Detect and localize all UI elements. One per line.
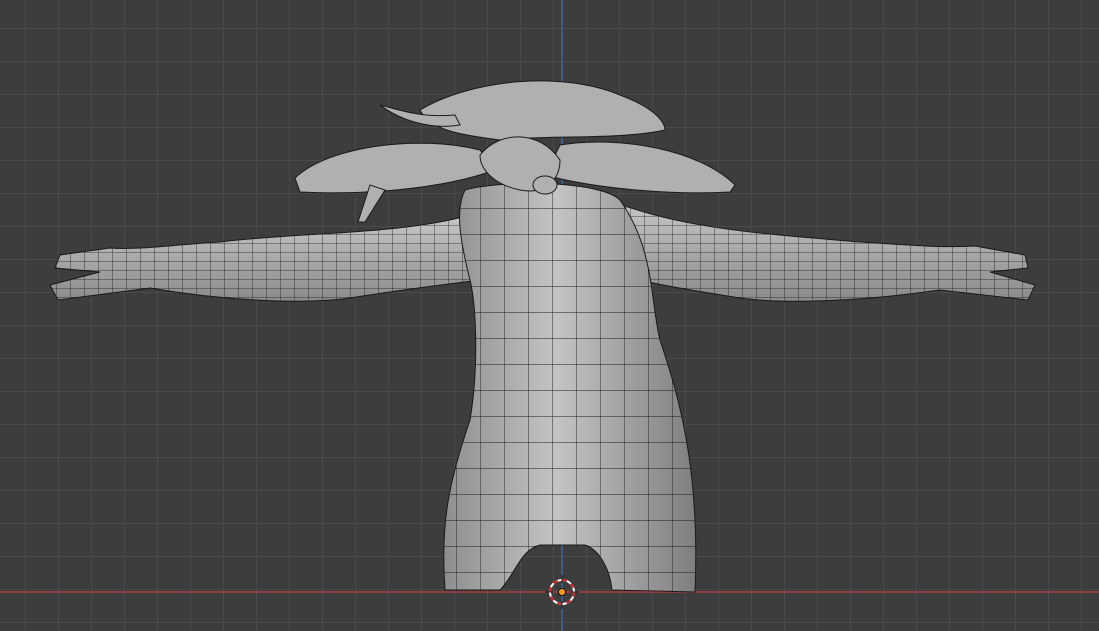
viewport-canvas[interactable] <box>0 0 1099 631</box>
right-arm <box>609 199 1036 302</box>
3d-viewport[interactable] <box>0 0 1099 631</box>
mesh-object[interactable] <box>49 80 1036 596</box>
left-arm <box>49 214 481 302</box>
object-origin-icon <box>558 588 566 596</box>
